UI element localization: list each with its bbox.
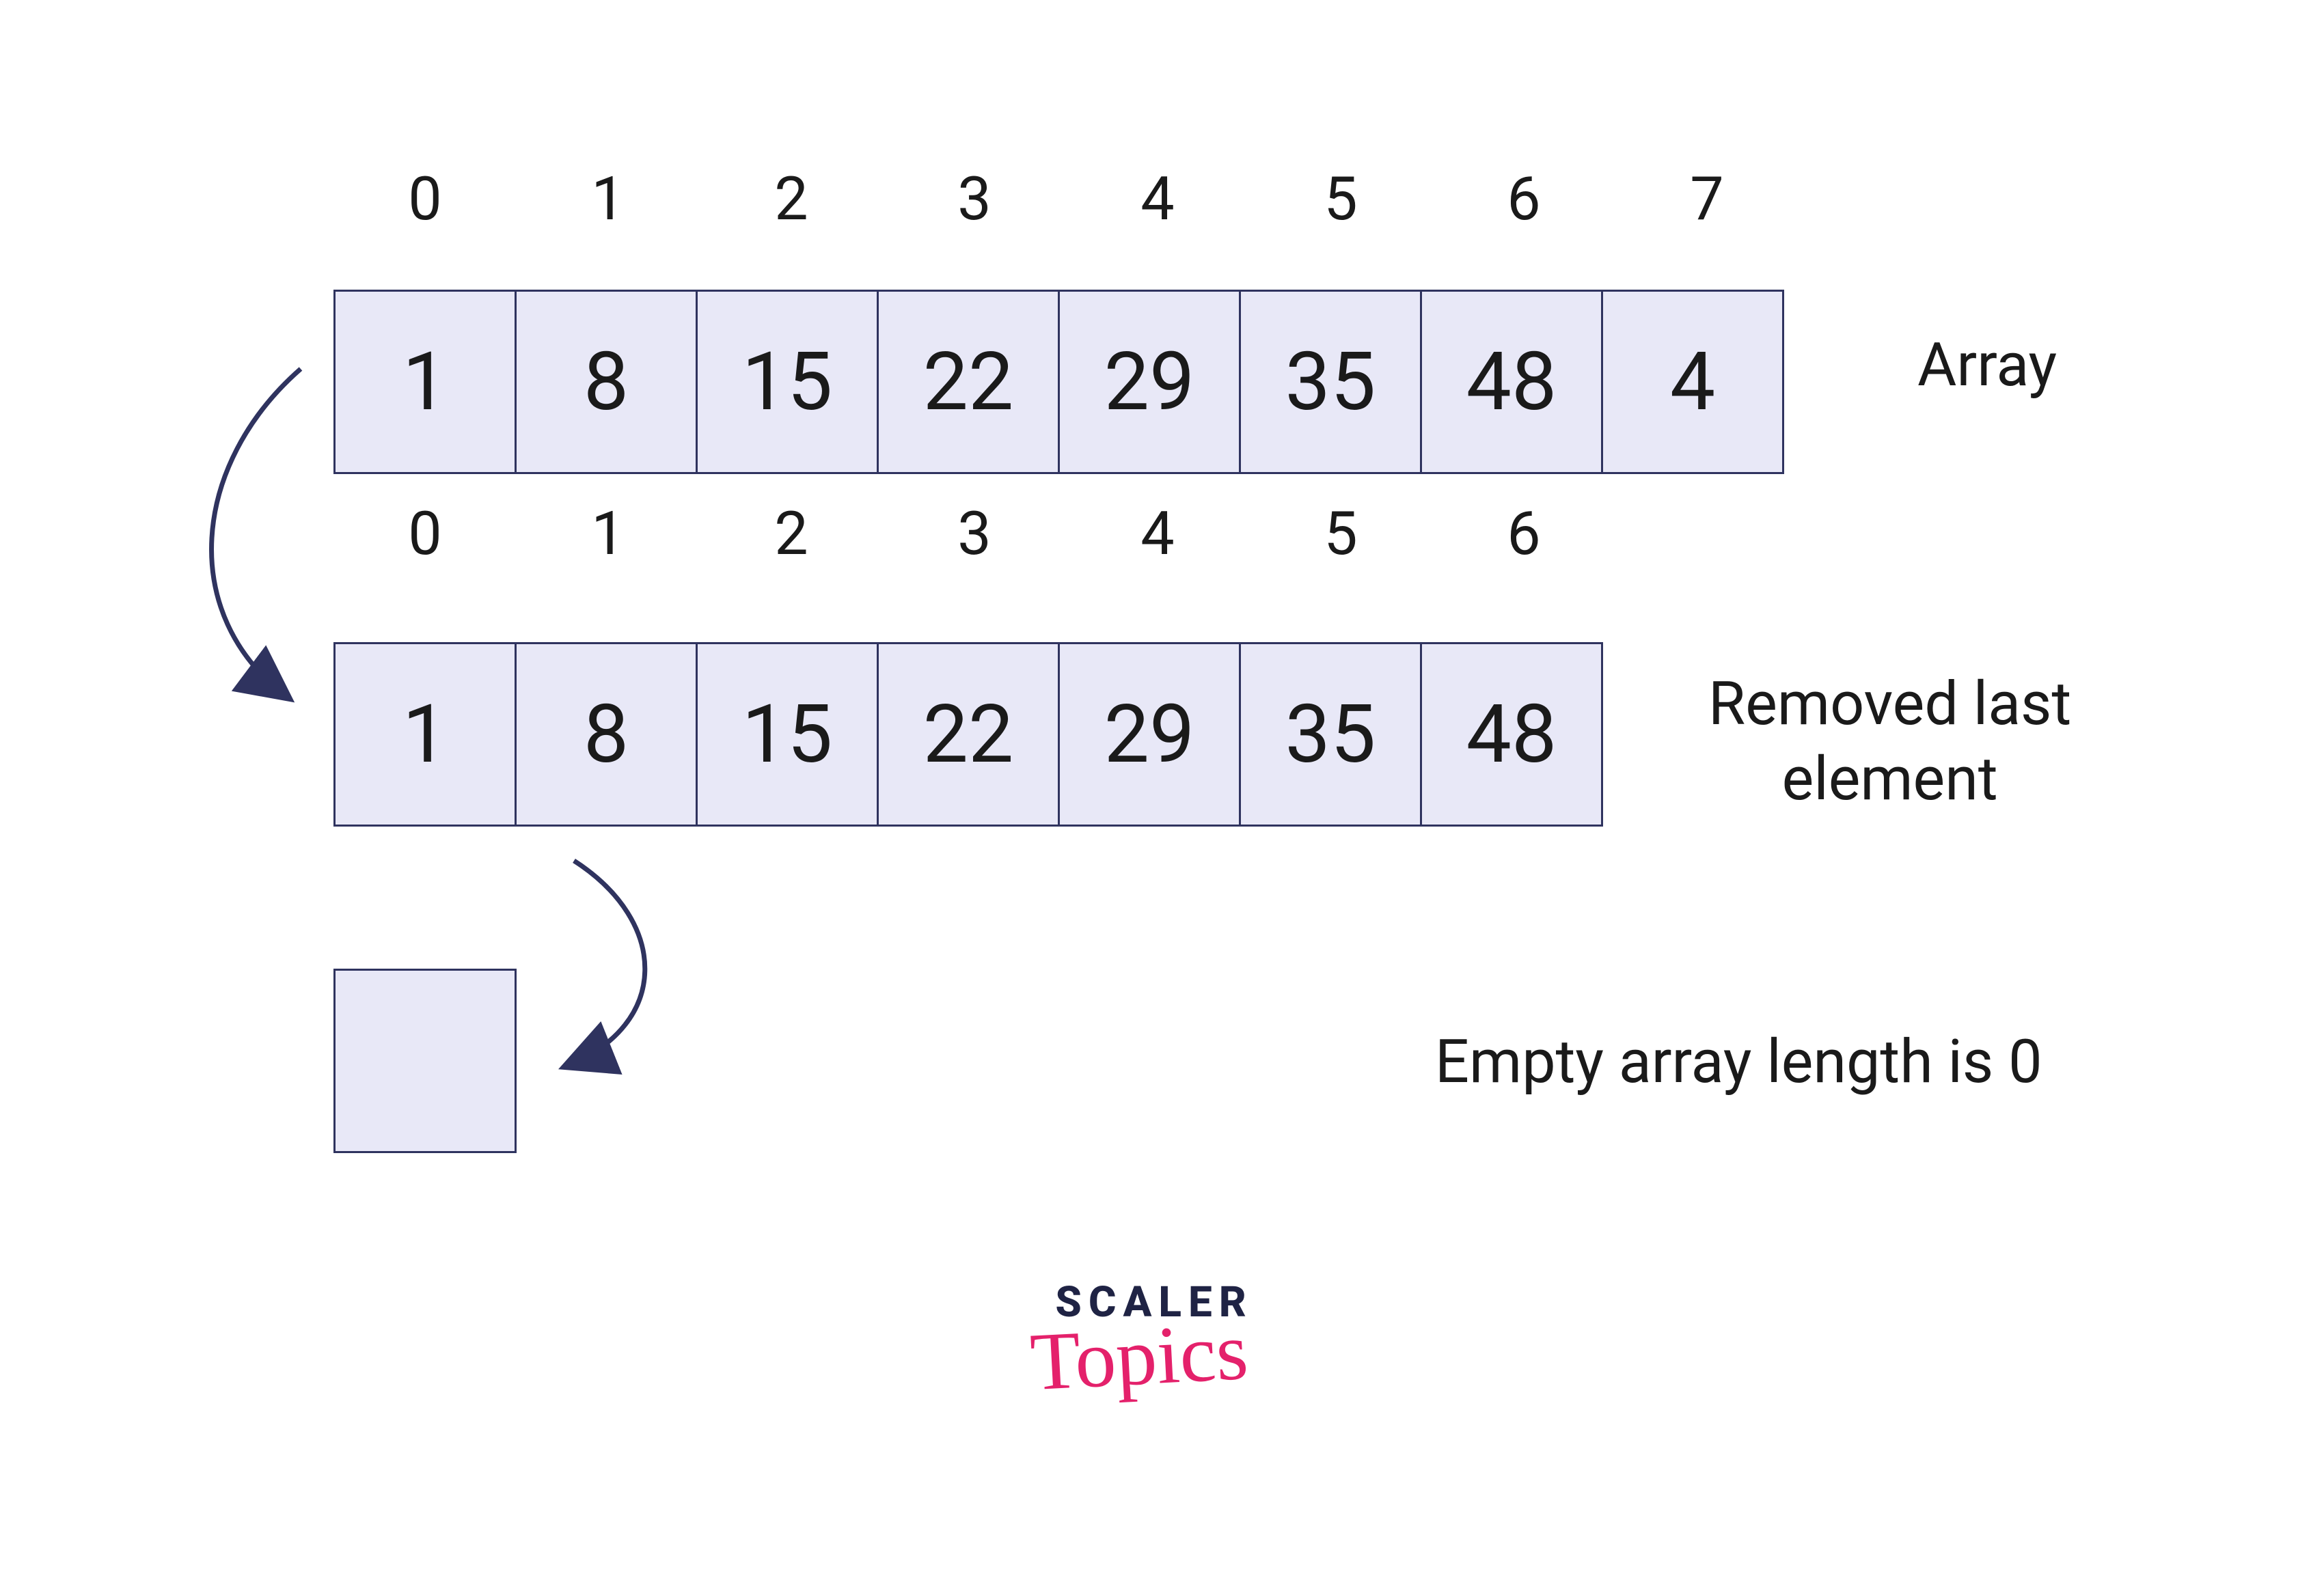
label-array: Array: [1917, 328, 2057, 403]
second-array-indices: 0123456: [333, 499, 1615, 569]
empty-array-cell: [333, 969, 517, 1153]
arrow-first-to-second: [212, 369, 301, 697]
array-cell: 22: [877, 642, 1060, 827]
array-index: 0: [333, 499, 517, 569]
array-cell: 35: [1239, 642, 1422, 827]
first-array-indices: 01234567: [333, 164, 1799, 234]
array-cell: 8: [515, 290, 698, 474]
label-empty: Empty array length is 0: [1435, 1025, 2042, 1100]
label-removed: Removed last element: [1708, 667, 2071, 817]
array-index: 3: [883, 164, 1066, 234]
array-index: 3: [883, 499, 1066, 569]
array-cell: 1: [333, 642, 517, 827]
array-cell: 22: [877, 290, 1060, 474]
array-index: 2: [700, 499, 883, 569]
arrow-second-to-empty: [567, 861, 645, 1066]
second-array: 181522293548: [333, 642, 1603, 827]
array-cell: 8: [515, 642, 698, 827]
array-index: 0: [333, 164, 517, 234]
array-index: 6: [1432, 164, 1615, 234]
array-cell: 48: [1420, 290, 1603, 474]
array-cell: 29: [1058, 642, 1241, 827]
first-array: 1815222935484: [333, 290, 1784, 474]
array-cell: 48: [1420, 642, 1603, 827]
array-index: 1: [517, 164, 700, 234]
array-index: 7: [1615, 164, 1799, 234]
array-index: 5: [1249, 164, 1432, 234]
array-cell: 35: [1239, 290, 1422, 474]
diagram-stage: 01234567 1815222935484 0123456 181522293…: [0, 0, 2324, 1578]
array-index: 6: [1432, 499, 1615, 569]
array-cell: 15: [696, 642, 879, 827]
array-cell: 15: [696, 290, 879, 474]
array-cell: 4: [1601, 290, 1784, 474]
logo-topics-text: Topics: [1028, 1304, 1250, 1409]
brand-logo: SCALER Topics: [1045, 1277, 1263, 1404]
array-index: 1: [517, 499, 700, 569]
array-index: 5: [1249, 499, 1432, 569]
array-index: 4: [1066, 499, 1249, 569]
array-index: 4: [1066, 164, 1249, 234]
array-cell: 1: [333, 290, 517, 474]
array-index: 2: [700, 164, 883, 234]
array-cell: 29: [1058, 290, 1241, 474]
